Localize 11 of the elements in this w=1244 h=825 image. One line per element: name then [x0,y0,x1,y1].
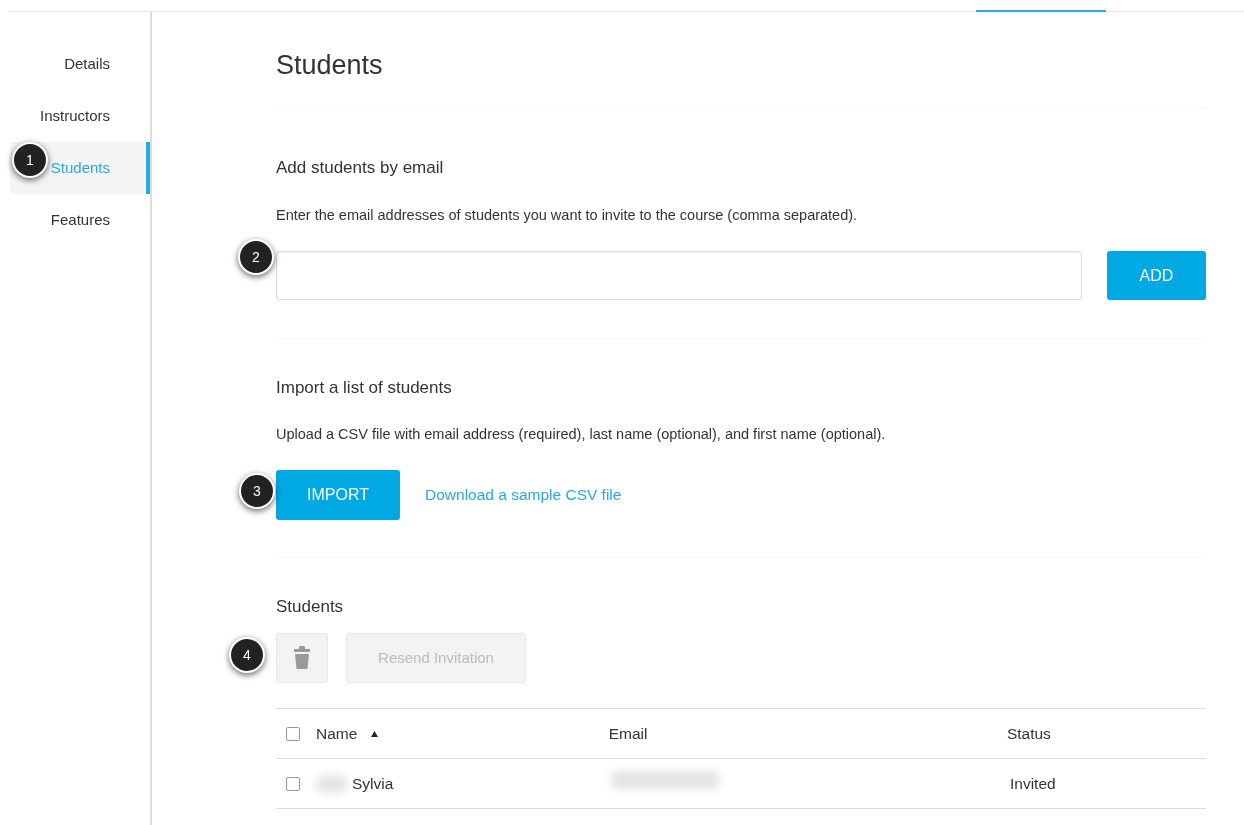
section-heading: Add students by email [276,157,445,179]
page-title: Students [276,50,384,82]
table-cell-text: Sylvia [352,773,394,794]
callout-tooltip: 2 [238,239,274,275]
callout-tooltip: 4 [229,637,265,673]
description: Upload a CSV file with email address (required), last name (optional), and first name (optional). [276,425,887,444]
description: Enter the email addresses of students you want to invite to the course (comma separated). [276,206,859,225]
table-cell-text: Invited [1010,773,1056,794]
section-heading: Import a list of students [276,377,453,399]
callout-tooltip: 3 [239,473,275,509]
section-heading: Students [276,596,345,618]
